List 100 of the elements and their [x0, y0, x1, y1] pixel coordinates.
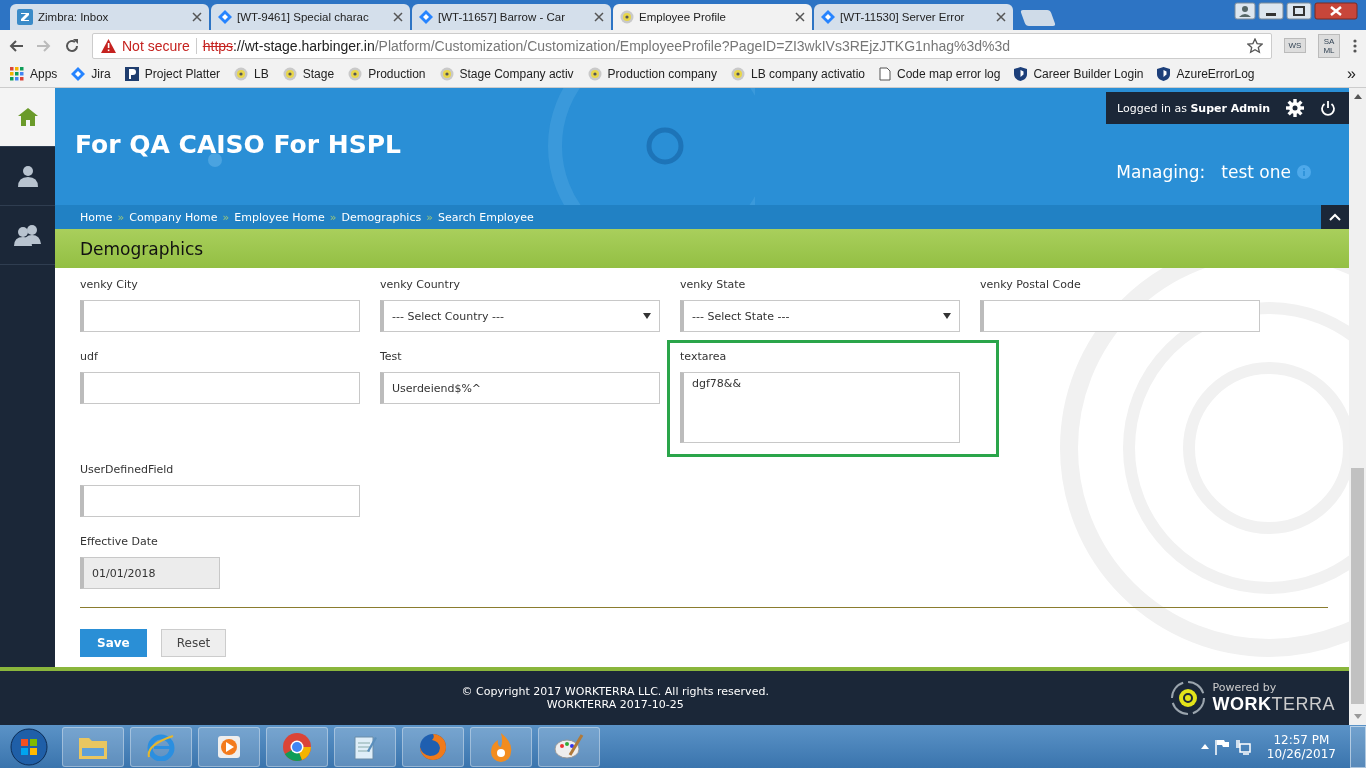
field-label: textarea	[680, 350, 728, 364]
bookmark-link[interactable]: Stage	[282, 67, 335, 82]
extension-button[interactable]: SA ML	[1318, 33, 1340, 58]
url-text: https://wt-stage.harbinger.in/Platform/Customization/Customization/EmployeeProfile?PageID=ZI3wkIVs3REjzJTKG1nhag%3d%3d	[202, 37, 1011, 54]
taskbar-app-button[interactable]	[198, 726, 260, 767]
reset-button[interactable]: Reset	[160, 629, 227, 658]
taskbar-app-button[interactable]	[334, 726, 396, 767]
scrollbar[interactable]	[1349, 88, 1366, 726]
save-button[interactable]: Save	[80, 629, 147, 658]
select-field[interactable]: --- Select State ---	[680, 300, 960, 333]
tab-title: [WT-9461] Special charac	[237, 10, 370, 23]
close-icon[interactable]	[192, 11, 202, 22]
bookmark-link[interactable]: LB company activatio	[730, 67, 866, 82]
breadcrumb-separator: »	[426, 210, 433, 224]
globe-icon	[439, 67, 454, 82]
bookmark-link[interactable]: LB	[234, 67, 269, 82]
close-icon[interactable]	[594, 11, 604, 22]
globe-icon	[620, 9, 634, 24]
browser-e-icon	[146, 732, 176, 761]
browser-tab[interactable]: [WT-11657] Barrow - Car	[412, 3, 611, 30]
close-icon[interactable]	[996, 11, 1006, 22]
breadcrumb-separator: »	[222, 210, 230, 224]
chrome-icon	[282, 731, 312, 762]
security-status: Not secure	[122, 37, 190, 54]
breadcrumb-link[interactable]: Company Home	[129, 210, 218, 224]
diamond-icon	[71, 67, 86, 82]
scroll-down-icon[interactable]	[1353, 714, 1362, 720]
field-label: venky Country	[380, 278, 461, 292]
bookmark-link[interactable]: Production company	[587, 67, 717, 82]
bookmark-link[interactable]: AzureErrorLog	[1157, 67, 1255, 82]
input-field[interactable]	[80, 485, 360, 518]
shield-icon	[1014, 67, 1028, 82]
input-field[interactable]: Userdeiend$%^	[380, 372, 660, 405]
select-field[interactable]: --- Select Country ---	[380, 300, 660, 333]
shield-icon	[1157, 67, 1171, 82]
power-icon[interactable]	[1320, 100, 1337, 117]
bookmark-link[interactable]: Career Builder Login	[1014, 67, 1144, 82]
network-icon[interactable]	[1234, 738, 1251, 755]
address-bar[interactable]: Not secure https://wt-stage.harbinger.in/Platform/Customization/Customization/EmployeeProfile?PageID=ZI3wkIVs3REjzJTKG1nhag%3d%3d	[92, 32, 1272, 59]
close-icon[interactable]	[1314, 2, 1358, 20]
document-icon	[879, 67, 892, 82]
bookmark-link[interactable]: Stage Company activ	[439, 67, 574, 82]
tab-title: Zimbra: Inbox	[38, 10, 110, 23]
new-tab-button[interactable]	[1020, 9, 1056, 26]
show-hidden-icons-icon[interactable]	[1200, 744, 1209, 750]
sidebar-item[interactable]	[0, 88, 55, 148]
reload-icon[interactable]	[64, 37, 80, 54]
browser-tab[interactable]: Employee Profile	[613, 3, 812, 30]
powered-by-text: Powered by	[1212, 681, 1278, 695]
breadcrumb-link[interactable]: Demographics	[341, 210, 422, 224]
back-icon[interactable]	[8, 37, 24, 54]
globe-icon	[282, 67, 297, 82]
bookmark-link[interactable]: Code map error log	[879, 67, 1001, 82]
star-icon[interactable]	[1247, 37, 1263, 54]
settings-icon[interactable]	[1286, 99, 1305, 118]
taskbar-app-button[interactable]	[402, 726, 464, 767]
user-icon[interactable]	[1234, 2, 1256, 20]
bookmark-link[interactable]: Apps	[10, 67, 58, 82]
taskbar-app-button[interactable]	[538, 726, 600, 767]
breadcrumb-link[interactable]: Employee Home	[234, 210, 325, 224]
flag-icon[interactable]	[1214, 738, 1229, 755]
extension-button[interactable]: WS	[1284, 38, 1306, 54]
flame-icon	[488, 731, 514, 762]
palette-icon	[554, 732, 584, 761]
workterra-logo-icon	[1170, 680, 1207, 717]
browser-tab[interactable]: [WT-11530] Server Error	[814, 3, 1013, 30]
company-title: For QA CAISO For HSPL	[75, 130, 401, 160]
tab-title: [WT-11657] Barrow - Car	[438, 10, 566, 23]
bookmark-link[interactable]: Project Platter	[124, 67, 221, 82]
scroll-up-icon[interactable]	[1353, 94, 1362, 100]
close-icon[interactable]	[795, 11, 805, 22]
input-field[interactable]	[980, 300, 1260, 333]
input-field[interactable]	[80, 372, 360, 405]
more-bookmarks-button[interactable]: »	[1347, 65, 1356, 84]
taskbar-app-button[interactable]	[266, 726, 328, 767]
person-icon	[16, 165, 39, 188]
grid-icon	[10, 67, 24, 82]
diamond-icon	[821, 9, 835, 24]
letter-p-icon	[124, 67, 139, 82]
breadcrumb-link[interactable]: Home	[80, 210, 113, 224]
field-label: venky Postal Code	[980, 278, 1082, 292]
breadcrumb-link[interactable]: Search Employee	[437, 210, 534, 224]
version-text: WORKTERRA 2017-10-25	[546, 698, 684, 712]
maximize-icon[interactable]	[1286, 2, 1312, 20]
bookmark-link[interactable]: Production	[348, 67, 426, 82]
taskbar-app-button[interactable]	[470, 726, 532, 767]
collapse-button[interactable]	[1321, 205, 1349, 230]
bookmark-link[interactable]: Jira	[71, 67, 111, 82]
minimize-icon[interactable]	[1258, 2, 1284, 20]
input-field[interactable]	[80, 300, 360, 333]
browser-tab[interactable]: [WT-9461] Special charac	[211, 3, 410, 30]
menu-icon[interactable]	[1352, 37, 1358, 54]
start-button[interactable]	[10, 727, 48, 766]
globe-icon	[730, 67, 745, 82]
field-label: Effective Date	[80, 535, 159, 549]
close-icon[interactable]	[393, 11, 403, 22]
people-icon	[13, 224, 42, 247]
system-clock[interactable]: 12:57 PM 10/26/2017	[1266, 732, 1336, 761]
browser-tab[interactable]: Zimbra: Inbox	[10, 3, 209, 30]
text-area[interactable]: dgf78&&	[680, 372, 960, 444]
